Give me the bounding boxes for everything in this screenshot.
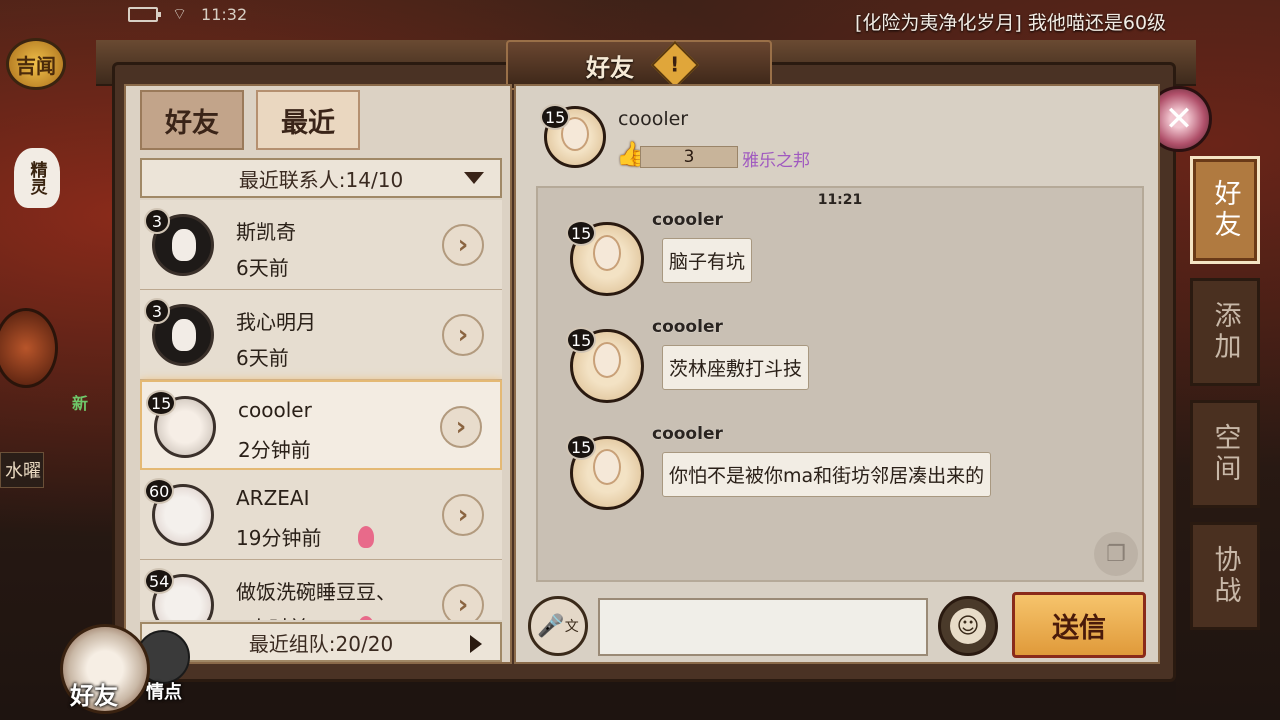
contact-list: 3 斯凯奇 6天前 › 3 我心明月 6天前 › 15 coooler 2分钟前… bbox=[140, 200, 502, 620]
chat-timestamp: 11:21 bbox=[817, 192, 863, 208]
page-title: 好友 bbox=[586, 53, 634, 82]
contact-name: ARZEAI bbox=[236, 486, 310, 510]
chat-message: 15 coooler 脑子有坑 bbox=[566, 210, 1130, 306]
level-badge: 3 bbox=[144, 298, 170, 324]
broadcast-marquee: [化险为夷净化岁月] 我他喵还是60级 bbox=[855, 12, 1167, 34]
sender-name: coooler bbox=[652, 317, 723, 337]
sender-name: coooler bbox=[652, 210, 723, 230]
side-tab-space[interactable]: 空间 bbox=[1190, 400, 1260, 508]
friends-button-label: 好友 bbox=[70, 682, 118, 710]
list-item-selected[interactable]: 15 coooler 2分钟前 › bbox=[140, 380, 502, 470]
chat-message: 15 coooler 茨林座敷打斗技 bbox=[566, 317, 1130, 413]
list-item[interactable]: 54 做饭洗碗睡豆豆、 1小时前 › bbox=[140, 560, 502, 620]
contact-time: 6天前 bbox=[236, 256, 289, 280]
message-input[interactable] bbox=[598, 598, 928, 656]
level-badge: 3 bbox=[144, 208, 170, 234]
side-tab-add[interactable]: 添加 bbox=[1190, 278, 1260, 386]
profile-name: coooler bbox=[618, 108, 689, 130]
side-tab-assist[interactable]: 协战 bbox=[1190, 522, 1260, 630]
chat-message: 15 coooler 你怕不是被你ma和街坊邻居凑出来的 bbox=[566, 424, 1130, 520]
wifi-icon: ⌔ bbox=[172, 4, 188, 23]
status-bar: ⌔ 11:32 bbox=[128, 4, 247, 24]
weekday-sign: 水曜 bbox=[0, 452, 44, 488]
battery-icon bbox=[128, 6, 161, 22]
sender-name: coooler bbox=[652, 424, 723, 444]
recent-team-bar[interactable]: 最近组队:20/20 bbox=[140, 622, 502, 662]
contact-time: 2分钟前 bbox=[238, 438, 311, 462]
like-count: 3 bbox=[640, 146, 738, 168]
recent-contacts-dropdown[interactable]: 最近联系人:14/10 bbox=[140, 158, 502, 198]
side-tab-friends[interactable]: 好友 bbox=[1190, 156, 1260, 264]
message-bubble: 茨林座敷打斗技 bbox=[662, 345, 810, 390]
message-bubble: 你怕不是被你ma和街坊邻居凑出来的 bbox=[662, 452, 992, 497]
sakura-icon bbox=[358, 616, 374, 620]
dropdown-label: 最近联系人:14/10 bbox=[238, 167, 404, 192]
contact-name: 斯凯奇 bbox=[236, 220, 296, 244]
emoji-button[interactable]: ☺ bbox=[938, 596, 998, 656]
jingling-button[interactable]: 精灵 bbox=[14, 148, 60, 208]
clock: 11:32 bbox=[201, 4, 248, 24]
chevron-down-icon bbox=[464, 172, 484, 184]
message-bubble: 脑子有坑 bbox=[662, 238, 753, 283]
qingdian-label: 情点 bbox=[146, 682, 182, 703]
tab-recent[interactable]: 最近 bbox=[256, 90, 360, 150]
guild-name: 雅乐之邦 bbox=[742, 151, 810, 171]
sakura-icon bbox=[358, 526, 374, 548]
chat-history: 11:21 15 coooler 脑子有坑 15 coooler 茨林座敷打斗技… bbox=[536, 186, 1144, 582]
contact-name: coooler bbox=[238, 398, 312, 422]
chevron-right-icon bbox=[470, 635, 482, 653]
chat-panel: 15 coooler 👍 3 雅乐之邦 11:21 15 coooler 脑子有… bbox=[514, 84, 1160, 664]
chevron-right-icon[interactable]: › bbox=[442, 494, 484, 536]
chevron-right-icon[interactable]: › bbox=[442, 314, 484, 356]
team-label: 最近组队:20/20 bbox=[248, 631, 394, 656]
tab-friends[interactable]: 好友 bbox=[140, 90, 244, 150]
contact-time: 1小时前 bbox=[236, 612, 309, 620]
chevron-right-icon[interactable]: › bbox=[442, 584, 484, 620]
list-item[interactable]: 60 ARZEAI 19分钟前 › bbox=[140, 470, 502, 560]
list-item[interactable]: 3 斯凯奇 6天前 › bbox=[140, 200, 502, 290]
contact-time: 19分钟前 bbox=[236, 526, 322, 550]
voice-to-text-button[interactable]: 🎤 文 bbox=[528, 596, 588, 656]
send-button[interactable]: 送信 bbox=[1012, 592, 1146, 658]
copy-icon[interactable]: ❐ bbox=[1094, 532, 1138, 576]
chevron-right-icon[interactable]: › bbox=[440, 406, 482, 448]
contact-name: 我心明月 bbox=[236, 310, 316, 334]
window-bottom-bar bbox=[112, 682, 1176, 704]
close-icon: ✕ bbox=[1164, 99, 1194, 139]
window-title-plate: 好友 ! bbox=[506, 40, 772, 90]
contacts-panel: 好友 最近 最近联系人:14/10 3 斯凯奇 6天前 › 3 我心明月 6天前… bbox=[124, 84, 512, 664]
new-badge: 新 bbox=[72, 394, 89, 413]
jiwen-button[interactable]: 吉闻 bbox=[6, 38, 66, 90]
chevron-right-icon[interactable]: › bbox=[442, 224, 484, 266]
smiley-icon: ☺ bbox=[950, 608, 986, 644]
list-item[interactable]: 3 我心明月 6天前 › bbox=[140, 290, 502, 380]
microphone-icon: 🎤 bbox=[537, 613, 565, 639]
warning-icon[interactable]: ! bbox=[650, 40, 700, 90]
contact-name: 做饭洗碗睡豆豆、 bbox=[236, 580, 396, 604]
contact-time: 6天前 bbox=[236, 346, 289, 370]
